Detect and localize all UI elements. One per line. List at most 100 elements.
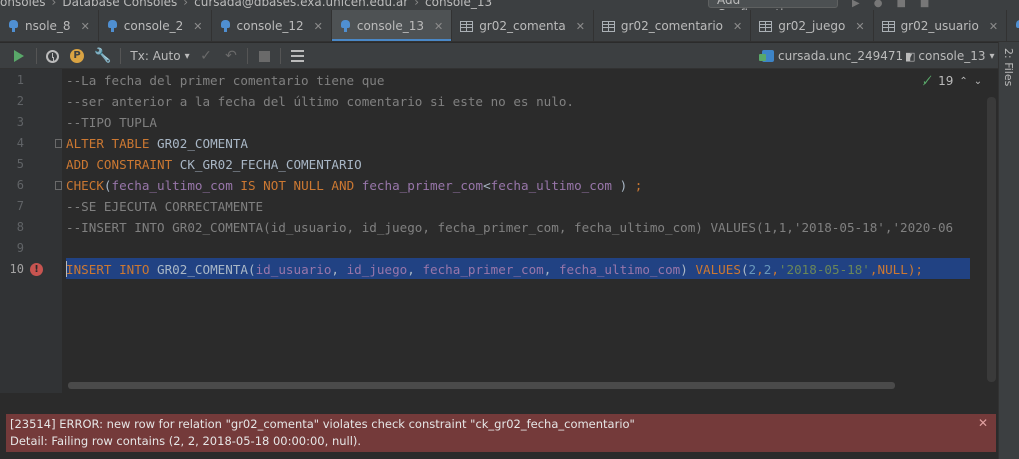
table-icon [601,20,615,32]
close-tab-icon[interactable]: ✕ [314,20,323,33]
vertical-scrollbar[interactable] [987,97,996,382]
breadcrumb-separator: › [51,0,57,9]
chevron-up-icon[interactable]: ⌃ [959,76,967,87]
commit-button[interactable]: ✓ [198,43,214,69]
close-tab-icon[interactable]: ✕ [989,20,998,33]
postgres-console-icon [1015,20,1019,32]
breadcrumb-item[interactable]: console_13 [425,0,492,9]
output-layout-button[interactable] [289,43,305,69]
history-button[interactable] [44,43,60,69]
tab-gr02-usuario[interactable]: gr02_usuario ✕ [874,10,1008,41]
code-line: --SE EJECUTA CORRECTAMENTE [66,196,263,217]
tab-label: gr02_comentario [620,19,724,33]
right-tool-rail: 2: Files [998,42,1019,459]
code-token: CK_GR02_FECHA_COMENTARIO [179,157,362,172]
breadcrumb-separator: › [183,0,189,9]
grid-icon [290,50,304,62]
fold-marker-icon[interactable] [55,181,62,190]
run-icon[interactable]: ▶ [852,0,860,9]
sql-editor[interactable]: --La fecha del primer comentario tiene q… [62,69,998,393]
breadcrumb-items: onsoles › Database Consoles › cursada@dbases… [0,0,492,10]
session-selector[interactable]: ◧ console_13 ▾ [905,43,995,69]
code-line: CHECK(fecha_ultimo_com IS NOT NULL AND f… [66,175,642,196]
close-tab-icon[interactable]: ✕ [855,20,864,33]
breadcrumb-item[interactable]: Database Consoles [62,0,177,9]
code-token: '2018-05-18' [778,262,870,277]
undo-icon: ↶ [225,48,237,64]
code-token: , [771,262,779,277]
code-token: ( [248,262,256,277]
close-tab-icon[interactable]: ✕ [434,20,443,33]
line-number: 5 [16,157,24,171]
line-number: 8 [16,220,24,234]
code-token: ( [103,178,112,193]
console-icon: ◧ [905,49,916,63]
chevron-down-icon[interactable]: ⌄ [974,76,982,87]
stop-icon[interactable]: ■ [920,0,929,9]
add-configuration-button[interactable]: Add Configuration... [708,0,838,10]
chevron-down-icon: ▾ [989,50,995,62]
postgres-console-icon [107,20,118,32]
error-message: [23514] ERROR: new row for relation "gr0… [10,417,635,431]
p-icon: P [70,49,84,63]
explain-plan-button[interactable]: P [69,43,85,69]
code-token: VALUES [695,262,741,277]
breadcrumb-item[interactable]: onsoles [0,0,46,9]
editor-gutter: 1 2 3 4 5 6 7 8 9 10! [0,69,62,393]
toolbar-divider [247,48,248,64]
files-tool-button[interactable]: 2: Files [1002,48,1015,86]
breadcrumb-item[interactable]: cursada@dbases.exa.unicen.edu.ar [194,0,408,9]
code-line: ALTER TABLE GR02_COMENTA [66,133,248,154]
close-tab-icon[interactable]: ✕ [733,20,742,33]
settings-button[interactable]: 🔧 [94,43,112,69]
tab-gr02-juego[interactable]: gr02_juego ✕ [751,10,874,41]
tab-nsole-8[interactable]: nsole_8 ✕ [0,10,99,41]
rollback-button[interactable]: ↶ [223,43,239,69]
line-number: 9 [16,241,24,255]
tab-gr02-comentario[interactable]: gr02_comentario ✕ [594,10,752,41]
code-line: ADD CONSTRAINT CK_GR02_FECHA_COMENTARIO [66,154,362,175]
postgres-console-icon [220,20,231,32]
close-tab-icon[interactable]: ✕ [576,20,585,33]
tab-label: nsole_8 [25,19,71,33]
datasource-selector[interactable]: cursada.unc_249471 ▾ [759,43,912,69]
tab-console-13[interactable]: console_13 ✕ [331,10,453,41]
horizontal-scrollbar[interactable] [68,382,895,389]
debug-icon[interactable]: ● [874,0,883,9]
fold-marker-icon[interactable] [55,139,62,148]
tab-gr02-comenta[interactable]: gr02_comenta ✕ [452,10,594,41]
line-number: 7 [16,199,24,213]
close-tab-icon[interactable]: ✕ [193,20,202,33]
error-marker-icon[interactable]: ! [30,263,43,276]
code-token: --ser anterior a la fecha del último com… [66,94,574,109]
check-icon: ✓̸ [922,74,933,88]
close-icon[interactable]: ✕ [978,416,988,430]
code-token: fecha_ultimo_com [490,178,612,193]
postgres-console-icon [340,20,351,32]
tab-label: gr02_juego [778,19,846,33]
line-number: 4 [16,136,24,150]
tab-label: console_13 [356,19,424,33]
line-number: 3 [16,115,24,129]
code-token: --La fecha del primer comentario tiene q… [66,73,385,88]
code-token: id_usuario [255,262,332,277]
tab-console-12[interactable]: console_12 ✕ [212,10,332,41]
code-token: < [483,178,491,193]
code-token: ( [740,262,749,277]
datasource-icon [759,50,774,62]
coverage-icon[interactable]: ■ [896,0,905,9]
code-token: fecha_primer_com [361,178,484,193]
cancel-statement-button[interactable] [256,43,272,69]
code-token: CHECK [66,178,104,193]
tab-console-14[interactable]: console_14✕ [1007,10,1019,41]
inspection-widget[interactable]: ✓̸ 19 ⌃ ⌄ [922,74,982,88]
close-tab-icon[interactable]: ✕ [81,20,90,33]
code-line: --TIPO TUPLA [66,112,157,133]
code-token: --INSERT INTO GR02_COMENTA(id_usuario, i… [66,220,954,235]
code-token: IS NOT NULL AND [232,178,362,193]
execute-button[interactable] [10,43,28,69]
transaction-mode-dropdown[interactable]: Tx: Auto ▾ [130,43,190,69]
tab-console-2[interactable]: console_2 ✕ [99,10,212,41]
code-token: fecha_ultimo_com [111,178,233,193]
code-token: ) [612,178,635,193]
